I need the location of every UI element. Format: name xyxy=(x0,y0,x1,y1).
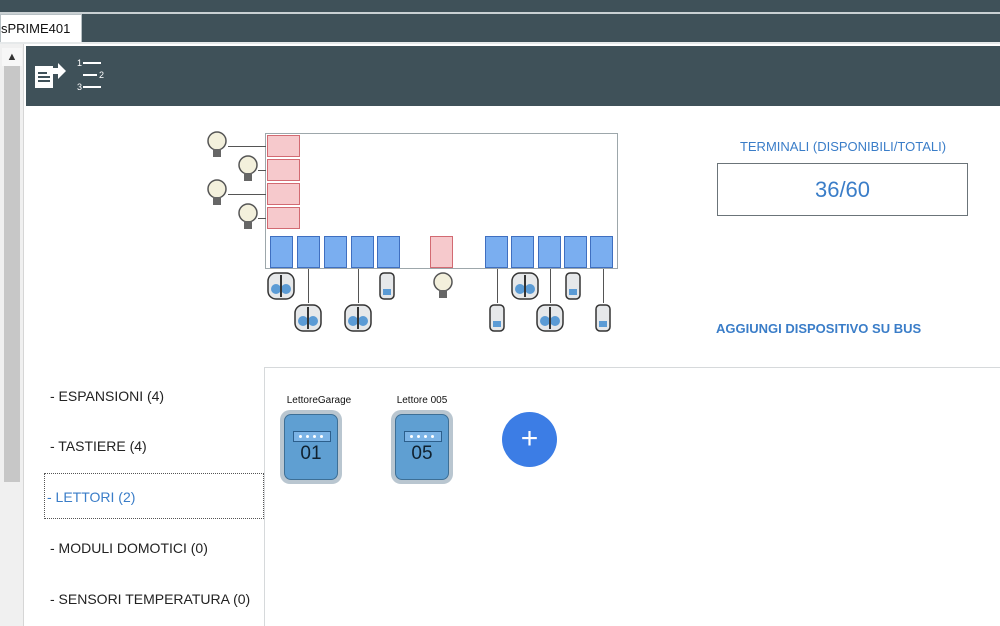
tab-separator xyxy=(0,42,1000,44)
content-top-border xyxy=(264,367,1000,368)
door-contact-icon xyxy=(565,272,581,300)
title-bar xyxy=(0,0,1000,12)
door-contact-icon xyxy=(489,304,505,332)
device-number: 01 xyxy=(300,443,322,464)
relay-output-cell xyxy=(267,159,300,181)
add-bus-device-link[interactable]: AGGIUNGI DISPOSITIVO SU BUS xyxy=(716,321,976,336)
category-espansioni[interactable]: - ESPANSIONI (4) xyxy=(44,373,264,419)
motion-sensor-icon xyxy=(294,304,322,332)
input-terminal-cell xyxy=(324,236,347,268)
relay-output-cell xyxy=(267,207,300,229)
category-tastiere[interactable]: - TASTIERE (4) xyxy=(44,423,264,469)
reader-device-card[interactable]: 05 xyxy=(391,410,453,484)
wire xyxy=(258,218,266,219)
category-moduli-domotici[interactable]: - MODULI DOMOTICI (0) xyxy=(44,525,264,571)
input-terminal-cell xyxy=(297,236,320,268)
input-terminal-cell xyxy=(351,236,374,268)
svg-text:3: 3 xyxy=(77,82,82,92)
lightbulb-icon xyxy=(207,131,227,157)
wire xyxy=(308,269,309,303)
export-icon xyxy=(35,63,66,88)
wire xyxy=(603,269,604,303)
toolbar xyxy=(26,46,1000,106)
reader-device-icon: 01 xyxy=(284,414,338,480)
scroll-up-icon[interactable]: ▲ xyxy=(2,48,22,66)
terminals-value: 36/60 xyxy=(717,163,968,216)
category-sensori-temperatura[interactable]: - SENSORI TEMPERATURA (0) xyxy=(44,576,264,622)
ordered-list-button[interactable]: 1 2 3 xyxy=(74,54,110,94)
relay-output-cell xyxy=(267,183,300,205)
export-button[interactable] xyxy=(32,54,68,94)
wire xyxy=(358,269,359,303)
device-number: 05 xyxy=(411,443,433,464)
device-name: LettoreGarage xyxy=(286,395,352,406)
lightbulb-icon xyxy=(207,179,227,205)
scroll-thumb[interactable] xyxy=(4,66,20,482)
input-terminal-cell xyxy=(564,236,587,268)
lightbulb-icon xyxy=(238,203,258,229)
motion-sensor-icon xyxy=(344,304,372,332)
reader-keypad-strip xyxy=(293,431,331,442)
relay-output-cell xyxy=(267,135,300,157)
lightbulb-icon xyxy=(433,272,453,298)
terminals-label: TERMINALI (DISPONIBILI/TOTALI) xyxy=(739,139,947,154)
input-terminal-cell xyxy=(377,236,400,268)
tab-strip xyxy=(0,12,1000,42)
wire xyxy=(497,269,498,303)
input-terminal-cell xyxy=(270,236,293,268)
input-terminal-cell xyxy=(538,236,561,268)
output-terminal-cell xyxy=(430,236,453,268)
lightbulb-icon xyxy=(238,155,258,181)
add-device-button[interactable]: + xyxy=(502,412,557,467)
door-contact-icon xyxy=(379,272,395,300)
wire xyxy=(258,170,266,171)
wire xyxy=(228,146,266,147)
wire xyxy=(228,194,266,195)
door-contact-icon xyxy=(595,304,611,332)
input-terminal-cell xyxy=(485,236,508,268)
input-terminal-cell xyxy=(511,236,534,268)
motion-sensor-icon xyxy=(511,272,539,300)
content-left-border xyxy=(264,367,265,626)
reader-device-card[interactable]: 01 xyxy=(280,410,342,484)
device-name: Lettore 005 xyxy=(396,395,448,406)
category-lettori[interactable]: - LETTORI (2) xyxy=(44,473,264,519)
motion-sensor-icon xyxy=(267,272,295,300)
input-terminal-cell xyxy=(590,236,613,268)
reader-device-icon: 05 xyxy=(395,414,449,480)
tab-sprime401[interactable]: sPRIME401 xyxy=(0,14,82,44)
svg-text:2: 2 xyxy=(99,70,104,80)
reader-keypad-strip xyxy=(404,431,442,442)
ordered-list-icon: 1 2 3 xyxy=(77,58,104,92)
wire xyxy=(550,269,551,303)
svg-text:1: 1 xyxy=(77,58,82,68)
motion-sensor-icon xyxy=(536,304,564,332)
